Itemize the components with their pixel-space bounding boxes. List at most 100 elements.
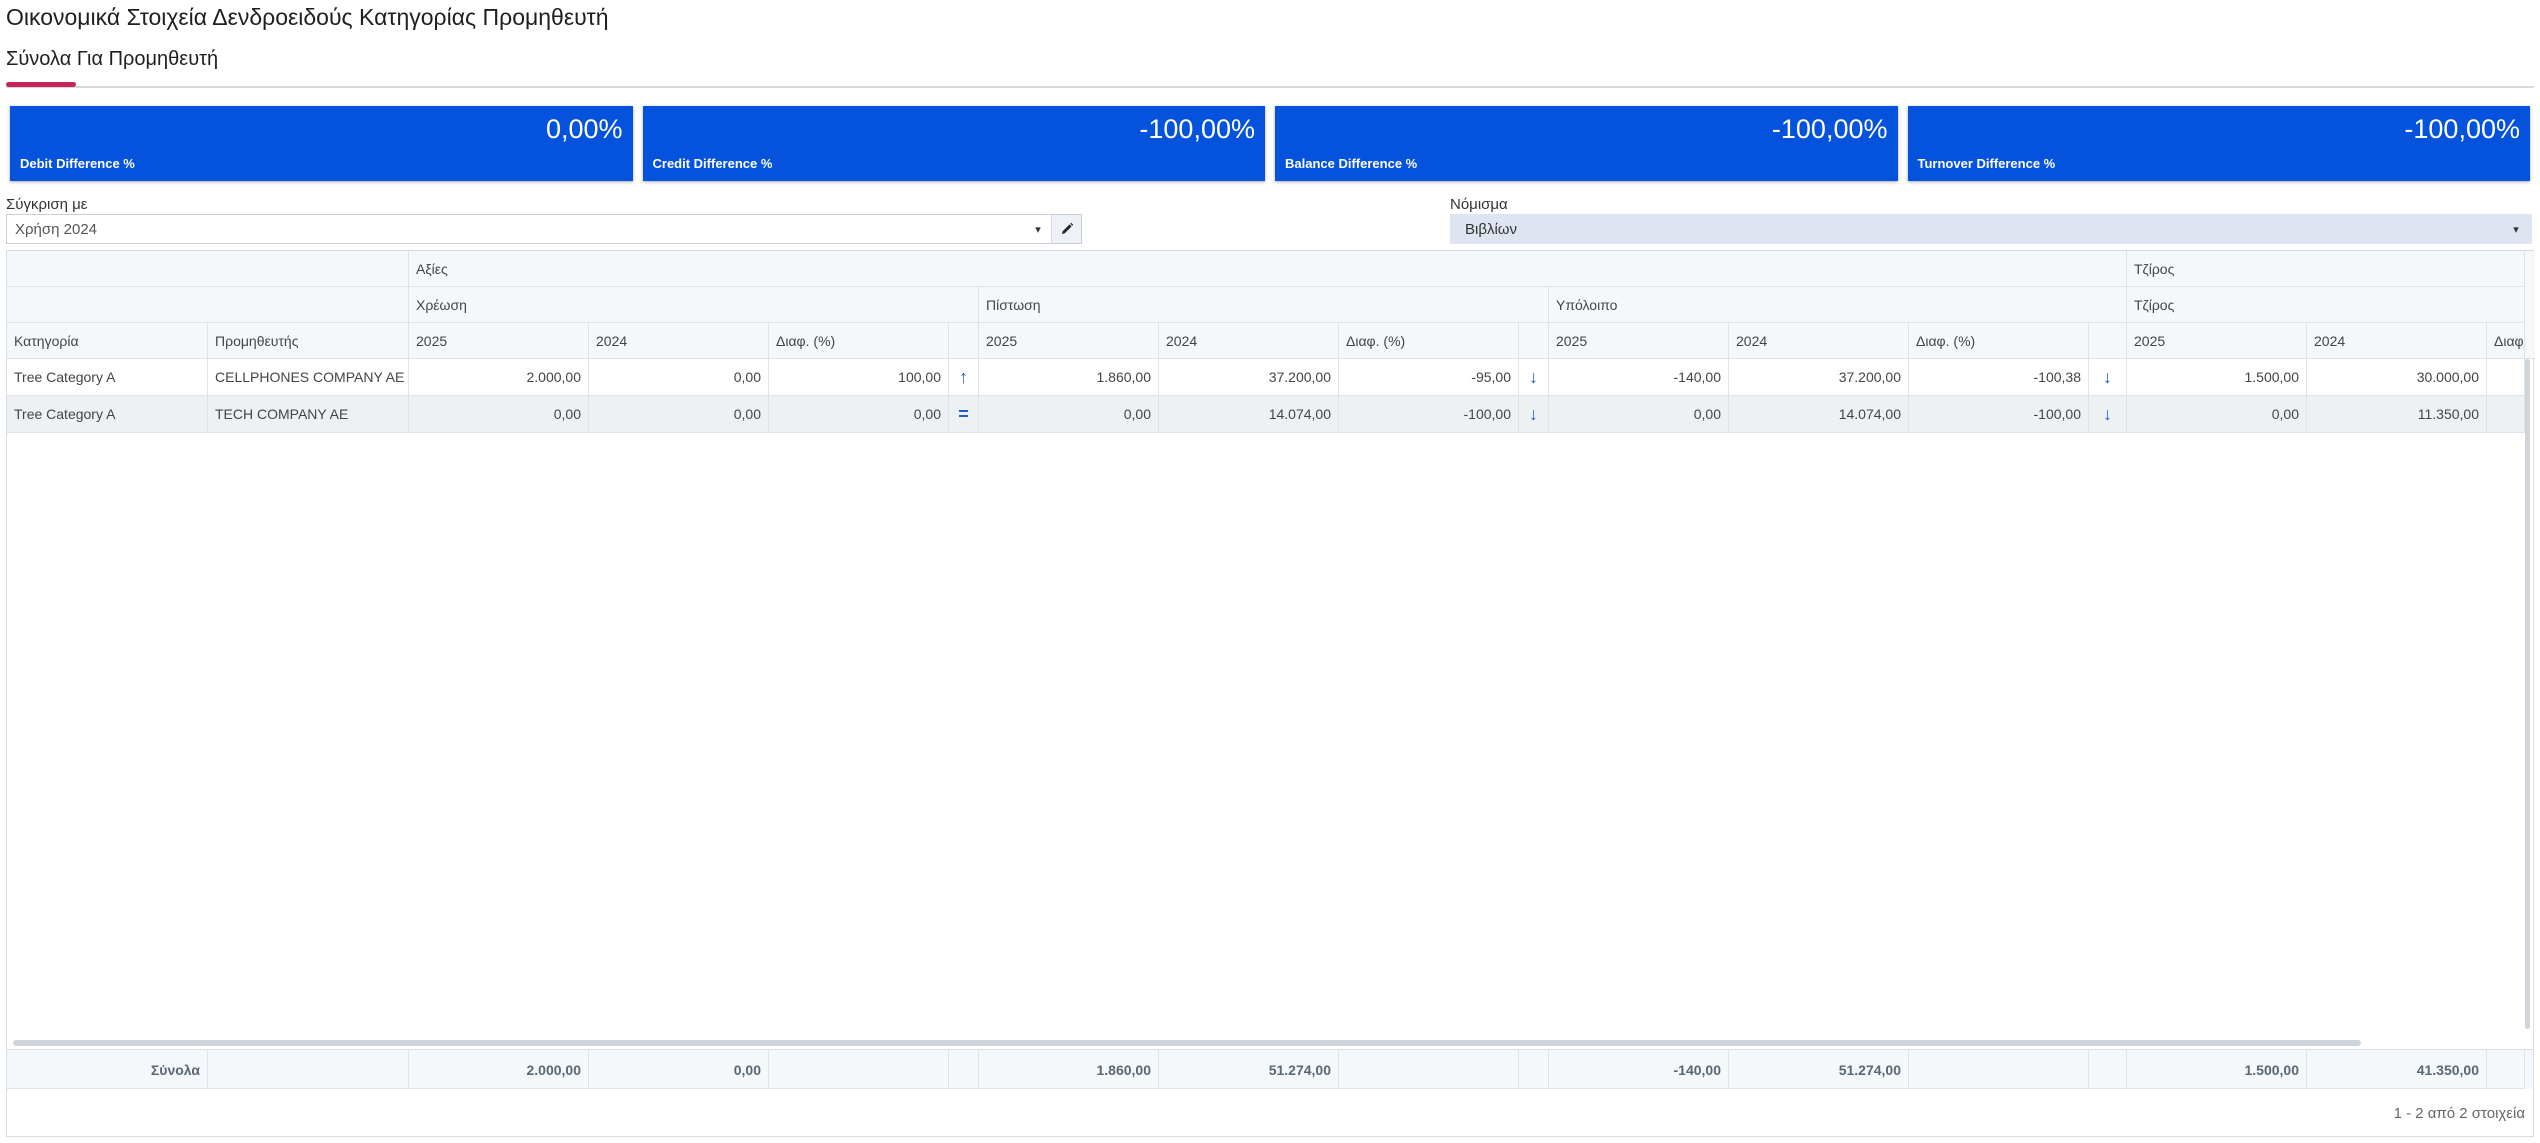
totals-turnover-2024: 41.350,00 bbox=[2307, 1049, 2487, 1089]
cell-credit-2024: 37.200,00 bbox=[1159, 359, 1339, 396]
cell-turnover-diff bbox=[2487, 359, 2525, 396]
kpi-cards: 0,00% Debit Difference % -100,00% Credit… bbox=[10, 106, 2530, 181]
totals-balance-2025: -140,00 bbox=[1549, 1049, 1729, 1089]
cell-balance-2025: -140,00 bbox=[1549, 359, 1729, 396]
totals-turnover-diff bbox=[2487, 1049, 2525, 1089]
group-header-credit: Πίστωση bbox=[979, 287, 1549, 323]
cell-debit-diff: 100,00 bbox=[769, 359, 949, 396]
kpi-card-debit-difference: 0,00% Debit Difference % bbox=[10, 106, 633, 181]
horizontal-scrollbar[interactable] bbox=[13, 1040, 2361, 1046]
column-header-credit-2024[interactable]: 2024 bbox=[1159, 323, 1339, 359]
compare-with-label: Σύγκριση με bbox=[6, 196, 88, 213]
totals-debit-trend bbox=[949, 1049, 979, 1089]
totals-credit-2025: 1.860,00 bbox=[979, 1049, 1159, 1089]
supplier-totals-grid: Αξίες Τζίρος Χρέωση Πίστωση Υπόλοιπο Τζί… bbox=[6, 250, 2535, 1137]
currency-value: Βιβλίων bbox=[1465, 221, 1518, 238]
pencil-icon[interactable] bbox=[1051, 215, 1081, 243]
column-header-balance-diff[interactable]: Διαφ. (%) bbox=[1909, 323, 2089, 359]
totals-balance-trend bbox=[2089, 1049, 2127, 1089]
tab-bar: Σύνολα Για Προμηθευτή bbox=[6, 48, 2534, 88]
cell-balance-2024: 37.200,00 bbox=[1729, 359, 1909, 396]
cell-turnover-2025: 0,00 bbox=[2127, 396, 2307, 433]
arrow-down-icon: ↓ bbox=[2089, 359, 2127, 396]
column-header-debit-diff[interactable]: Διαφ. (%) bbox=[769, 323, 949, 359]
cell-debit-diff: 0,00 bbox=[769, 396, 949, 433]
column-header-credit-trend bbox=[1519, 323, 1549, 359]
cell-balance-2024: 14.074,00 bbox=[1729, 396, 1909, 433]
cell-debit-2025: 0,00 bbox=[409, 396, 589, 433]
chevron-down-icon[interactable]: ▾ bbox=[2503, 215, 2529, 243]
kpi-card-turnover-difference: -100,00% Turnover Difference % bbox=[1907, 106, 2530, 181]
cell-category: Tree Category A bbox=[7, 396, 208, 433]
column-header-balance-trend bbox=[2089, 323, 2127, 359]
column-header-debit-2024[interactable]: 2024 bbox=[589, 323, 769, 359]
totals-debit-2025: 2.000,00 bbox=[409, 1049, 589, 1089]
band-header-values: Αξίες bbox=[409, 251, 2127, 287]
column-header-balance-2024[interactable]: 2024 bbox=[1729, 323, 1909, 359]
cell-credit-2024: 14.074,00 bbox=[1159, 396, 1339, 433]
kpi-card-balance-difference: -100,00% Balance Difference % bbox=[1275, 106, 1898, 181]
arrow-down-icon: ↓ bbox=[1519, 359, 1549, 396]
column-header-balance-2025[interactable]: 2025 bbox=[1549, 323, 1729, 359]
pager-info: 1 - 2 από 2 στοιχεία bbox=[2393, 1105, 2525, 1122]
group-header-debit: Χρέωση bbox=[409, 287, 979, 323]
header-spacer bbox=[7, 251, 409, 287]
cell-balance-2025: 0,00 bbox=[1549, 396, 1729, 433]
tab-supplier-totals[interactable]: Σύνολα Για Προμηθευτή bbox=[6, 48, 218, 75]
totals-supplier-empty bbox=[208, 1049, 409, 1089]
totals-turnover-2025: 1.500,00 bbox=[2127, 1049, 2307, 1089]
cell-debit-2024: 0,00 bbox=[589, 396, 769, 433]
column-header-supplier[interactable]: Προμηθευτής bbox=[208, 323, 409, 359]
cell-turnover-2025: 1.500,00 bbox=[2127, 359, 2307, 396]
header-spacer bbox=[7, 287, 409, 323]
kpi-value: 0,00% bbox=[545, 114, 623, 144]
cell-debit-2025: 2.000,00 bbox=[409, 359, 589, 396]
cell-supplier: CELLPHONES COMPANY AE bbox=[208, 359, 409, 396]
kpi-value: -100,00% bbox=[1139, 114, 1255, 144]
column-header-category[interactable]: Κατηγορία bbox=[7, 323, 208, 359]
cell-supplier: TECH COMPANY AE bbox=[208, 396, 409, 433]
arrow-down-icon: ↓ bbox=[2089, 396, 2127, 433]
kpi-label: Turnover Difference % bbox=[1917, 156, 2056, 171]
column-header-debit-2025[interactable]: 2025 bbox=[409, 323, 589, 359]
column-header-turnover-diff[interactable]: Διαφ. (%) bbox=[2487, 323, 2525, 359]
cell-balance-diff: -100,38 bbox=[1909, 359, 2089, 396]
arrow-up-icon: ↑ bbox=[949, 359, 979, 396]
totals-credit-diff bbox=[1339, 1049, 1519, 1089]
band-header-turnover: Τζίρος bbox=[2127, 251, 2525, 287]
kpi-card-credit-difference: -100,00% Credit Difference % bbox=[642, 106, 1265, 181]
compare-with-value: Χρήση 2024 bbox=[15, 221, 98, 238]
cell-debit-2024: 0,00 bbox=[589, 359, 769, 396]
totals-balance-diff bbox=[1909, 1049, 2089, 1089]
totals-debit-diff bbox=[769, 1049, 949, 1089]
arrow-down-icon: ↓ bbox=[1519, 396, 1549, 433]
currency-select[interactable]: Βιβλίων ▾ bbox=[1450, 214, 2532, 244]
cell-turnover-2024: 11.350,00 bbox=[2307, 396, 2487, 433]
kpi-label: Debit Difference % bbox=[20, 156, 135, 171]
compare-with-select[interactable]: Χρήση 2024 ▾ bbox=[6, 214, 1082, 244]
cell-credit-diff: -100,00 bbox=[1339, 396, 1519, 433]
column-header-credit-2025[interactable]: 2025 bbox=[979, 323, 1159, 359]
cell-turnover-2024: 30.000,00 bbox=[2307, 359, 2487, 396]
cell-credit-2025: 0,00 bbox=[979, 396, 1159, 433]
group-header-balance: Υπόλοιπο bbox=[1549, 287, 2127, 323]
totals-credit-2024: 51.274,00 bbox=[1159, 1049, 1339, 1089]
vertical-scrollbar[interactable] bbox=[2525, 359, 2530, 1029]
column-header-turnover-2025[interactable]: 2025 bbox=[2127, 323, 2307, 359]
kpi-value: -100,00% bbox=[2404, 114, 2520, 144]
chevron-down-icon[interactable]: ▾ bbox=[1025, 215, 1051, 243]
totals-label: Σύνολα bbox=[7, 1049, 208, 1089]
kpi-value: -100,00% bbox=[1771, 114, 1888, 144]
group-header-turnover: Τζίρος bbox=[2127, 287, 2525, 323]
active-tab-indicator bbox=[6, 82, 76, 87]
cell-balance-diff: -100,00 bbox=[1909, 396, 2089, 433]
cell-category: Tree Category A bbox=[7, 359, 208, 396]
cell-credit-diff: -95,00 bbox=[1339, 359, 1519, 396]
cell-credit-2025: 1.860,00 bbox=[979, 359, 1159, 396]
column-header-credit-diff[interactable]: Διαφ. (%) bbox=[1339, 323, 1519, 359]
column-header-debit-trend bbox=[949, 323, 979, 359]
column-header-turnover-2024[interactable]: 2024 bbox=[2307, 323, 2487, 359]
totals-balance-2024: 51.274,00 bbox=[1729, 1049, 1909, 1089]
kpi-label: Credit Difference % bbox=[652, 156, 773, 171]
totals-debit-2024: 0,00 bbox=[589, 1049, 769, 1089]
